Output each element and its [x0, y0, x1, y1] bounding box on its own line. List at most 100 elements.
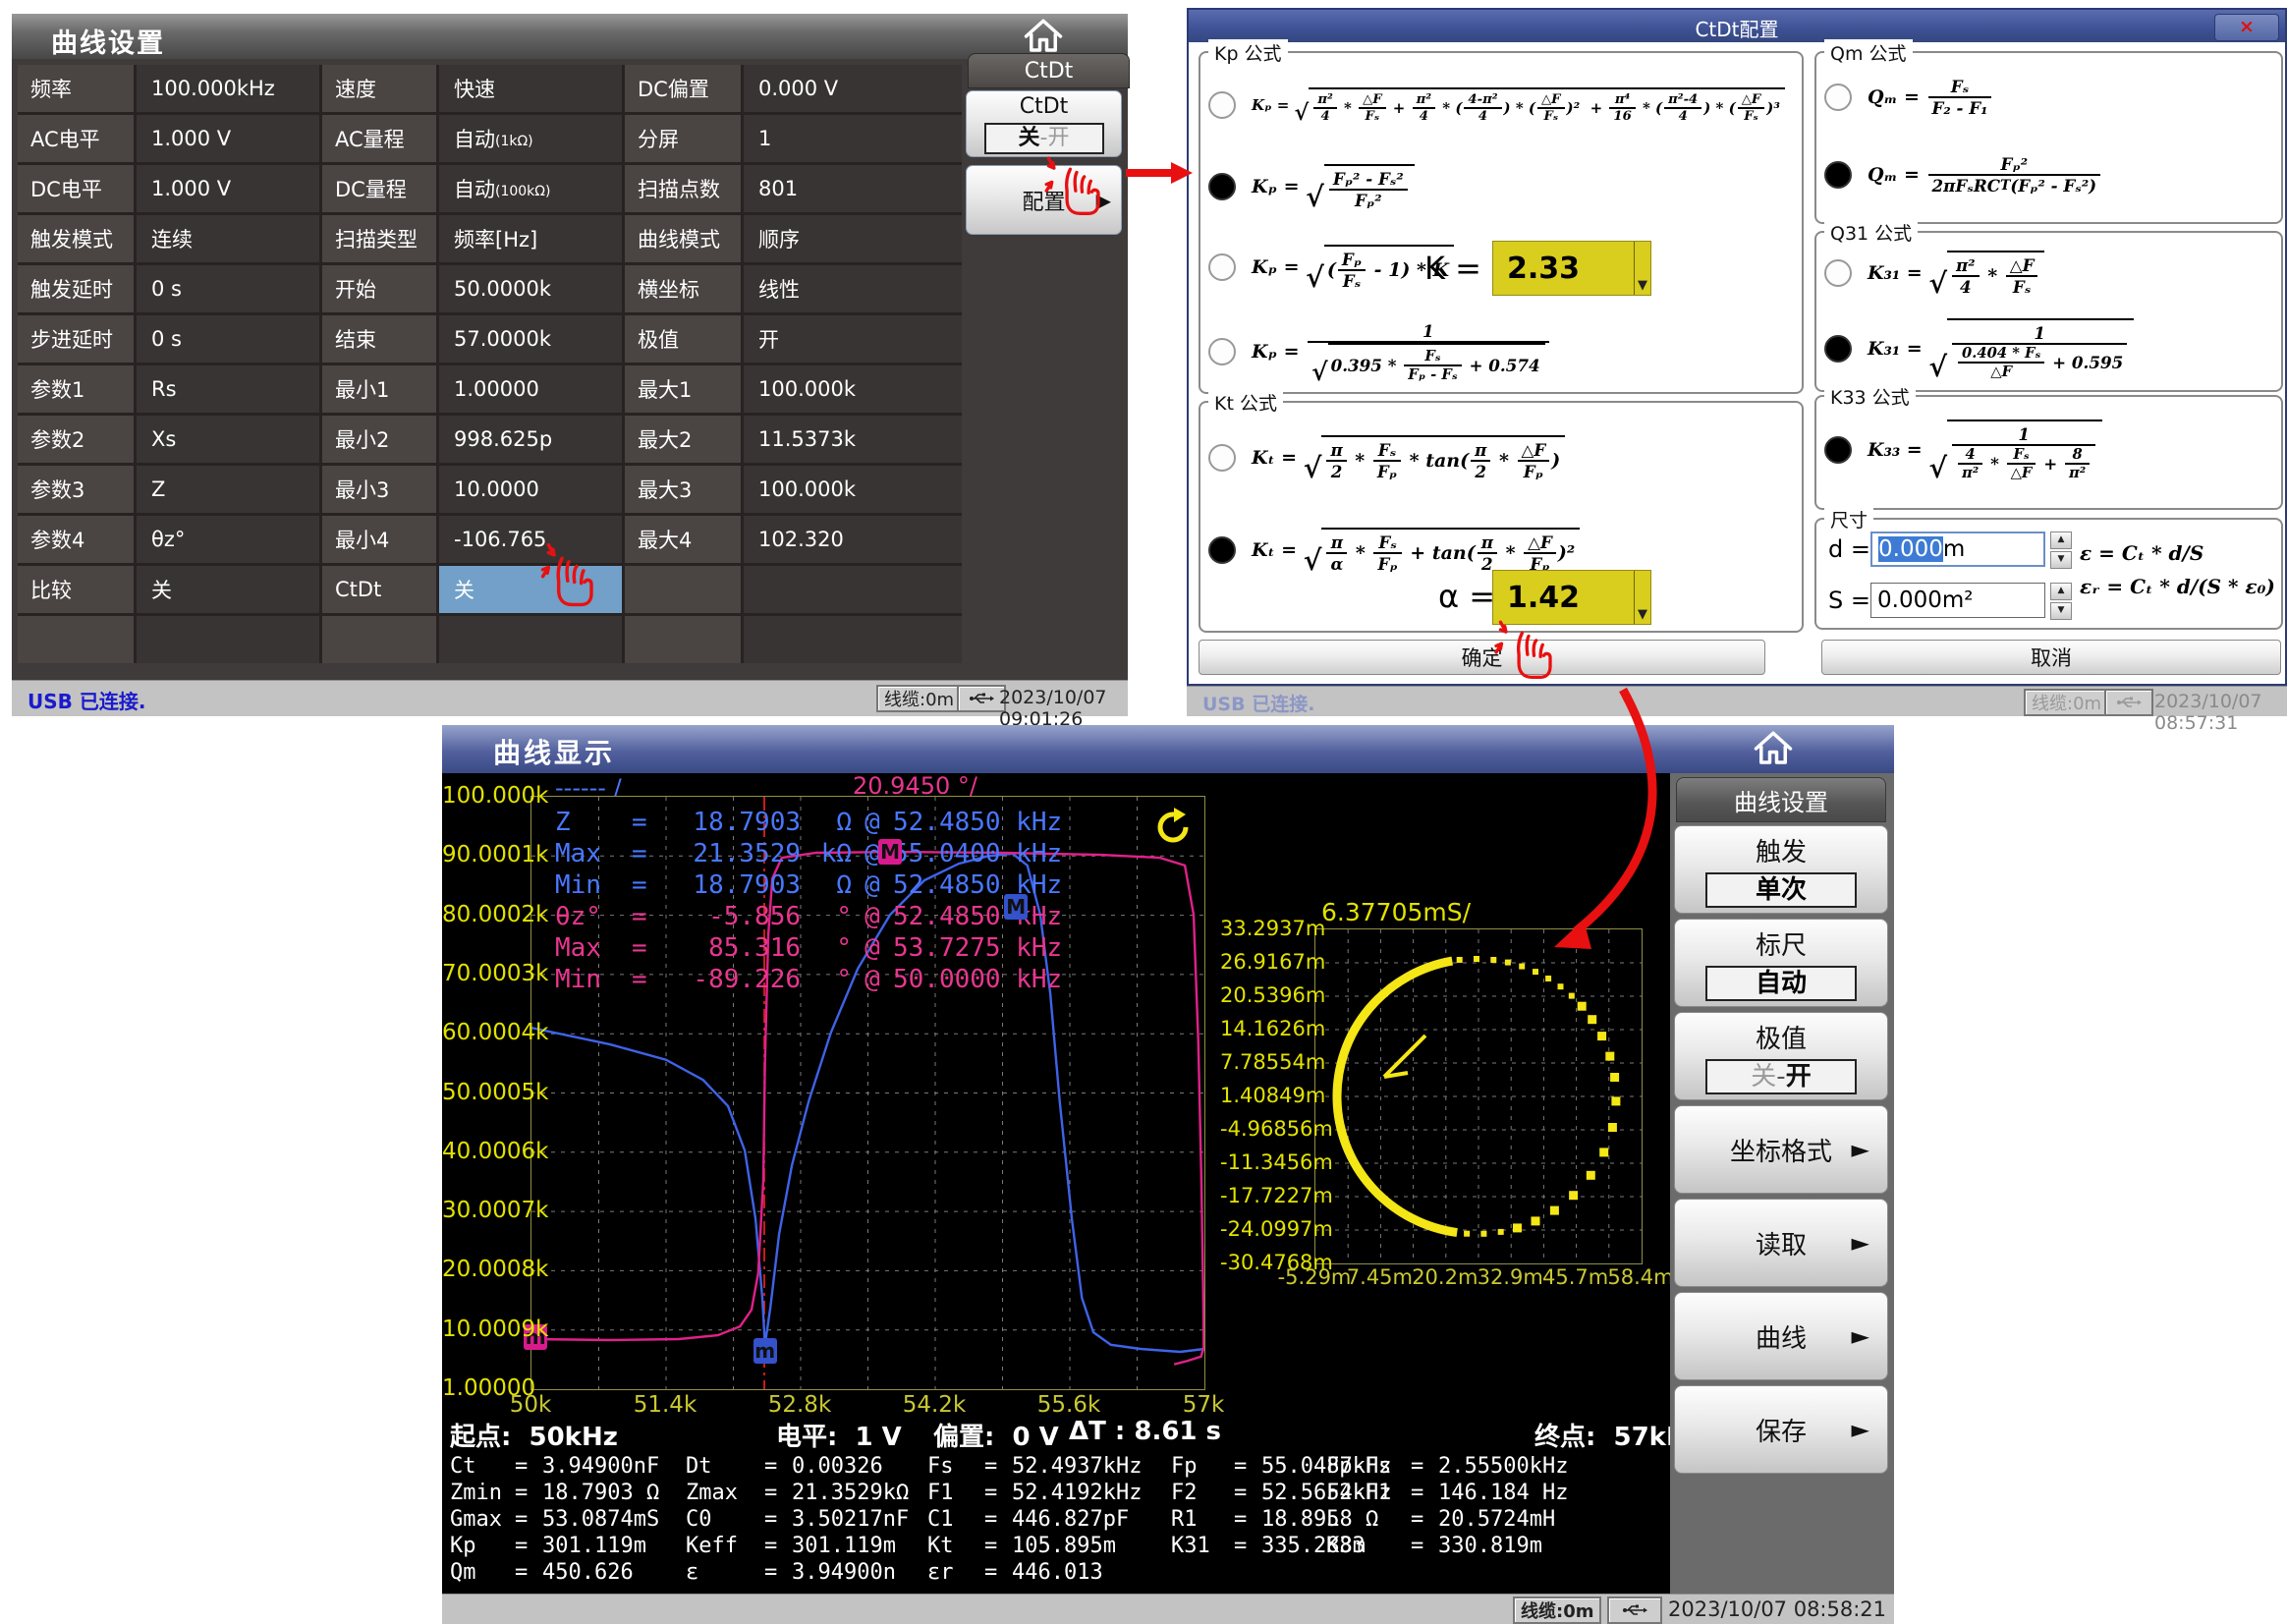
setting-value[interactable]: 频率[Hz]	[439, 215, 622, 262]
k33-radio-selected[interactable]	[1824, 436, 1852, 464]
qm-radio[interactable]	[1824, 84, 1852, 111]
setting-value[interactable]: 0.000 V	[744, 65, 962, 112]
setting-value[interactable]: 自动(100kΩ)	[439, 165, 622, 212]
setting-value[interactable]: 1.00000	[439, 365, 622, 413]
q31-formula-option[interactable]: K₃₁ = √π²4 * △FFₛ	[1816, 239, 2281, 308]
setting-value[interactable]: 102.320	[744, 516, 962, 563]
home-icon[interactable]	[1752, 728, 1795, 769]
setting-value[interactable]: 线性	[744, 265, 962, 312]
softkey-极值[interactable]: 极值关-开	[1674, 1012, 1888, 1100]
setting-value[interactable]: θz°	[137, 516, 319, 563]
kp-radio[interactable]	[1208, 338, 1236, 365]
formula-text: Kₚ =	[1252, 341, 1306, 363]
setting-value[interactable]	[744, 616, 962, 663]
ctdt-toggle-button[interactable]: CtDt 关-开	[966, 90, 1122, 157]
kp-radio[interactable]	[1208, 91, 1236, 119]
circle-y-tick: 14.1626m	[1220, 1017, 1311, 1040]
k-constant-dropdown[interactable]: 2.33 ▼	[1492, 241, 1651, 296]
setting-value[interactable]	[744, 566, 962, 613]
readout-line: Min=18.7903Ω@52.4850 kHz	[555, 869, 1062, 901]
setting-value[interactable]: 11.5373k	[744, 416, 962, 463]
setting-value[interactable]: Z	[137, 466, 319, 513]
result-value: 2.55500kHz	[1438, 1454, 1568, 1479]
cancel-button[interactable]: 取消	[1821, 640, 2281, 675]
setting-value[interactable]: 关	[137, 566, 319, 613]
qm-formula-option[interactable]: Qₘ = Fₚ²2πFₛRCT(Fₚ² - Fₛ²)	[1816, 134, 2281, 216]
setting-value[interactable]: 连续	[137, 215, 319, 262]
softkey-toggle-box[interactable]: 关-开	[1705, 1059, 1857, 1094]
q31-radio[interactable]	[1824, 259, 1852, 287]
k33-formula-option[interactable]: K₃₃ = √14π² * Fₛ△F + 8π²	[1816, 401, 2281, 499]
setting-value[interactable]: 50.0000k	[439, 265, 622, 312]
softkey-保存[interactable]: 保存►	[1674, 1385, 1888, 1474]
setting-value[interactable]: 10.0000	[439, 466, 622, 513]
softkey-曲线[interactable]: 曲线►	[1674, 1292, 1888, 1380]
denominator: π²	[1958, 465, 1982, 481]
setting-value[interactable]: 顺序	[744, 215, 962, 262]
setting-value[interactable]: 57.0000k	[439, 315, 622, 363]
s-input[interactable]: 0.000m²	[1870, 583, 2045, 618]
menu-tab-curve-settings[interactable]: 曲线设置	[1676, 777, 1886, 822]
curve-settings-titlebar: 曲线设置	[12, 14, 1128, 59]
qm-formula-option[interactable]: Qₘ = FₛF₂ - F₁	[1816, 61, 2281, 134]
setting-value[interactable]: 100.000kHz	[137, 65, 319, 112]
softkey-读取[interactable]: 读取►	[1674, 1199, 1888, 1287]
setting-value[interactable]: 快速	[439, 65, 622, 112]
home-icon[interactable]	[1022, 16, 1065, 57]
numerator: △F	[2006, 255, 2038, 277]
q31-formula-option[interactable]: K₃₁ = √10.404 * Fₛ△F + 0.595	[1816, 308, 2281, 390]
softkey-标尺[interactable]: 标尺自动	[1674, 919, 1888, 1007]
kt-radio[interactable]	[1208, 444, 1236, 472]
setting-value[interactable]: 0 s	[137, 265, 319, 312]
spin-down-icon[interactable]: ▼	[2050, 602, 2072, 620]
s-spinner[interactable]: ▲▼	[2050, 583, 2072, 620]
x-axis-tick: 57k	[1183, 1392, 1225, 1418]
setting-value[interactable]: 0 s	[137, 315, 319, 363]
qm-radio-selected[interactable]	[1824, 161, 1852, 189]
setting-value[interactable]: -106.765	[439, 516, 622, 563]
kp-formula-option[interactable]: Kₚ = √Fₚ² - Fₛ²Fₚ²	[1200, 145, 1802, 228]
setting-value[interactable]: 关	[439, 566, 622, 613]
setting-value[interactable]: 801	[744, 165, 962, 212]
admittance-point	[1464, 1231, 1470, 1237]
setting-value[interactable]: 100.000k	[744, 466, 962, 513]
setting-value[interactable]	[439, 616, 622, 663]
fraction: △FFₚ	[1518, 440, 1550, 481]
kt-formula-option[interactable]: Kₜ = √π2 * FₛFₚ * tan(π2 * △FFₚ)	[1200, 413, 1802, 503]
spin-up-icon[interactable]: ▲	[2050, 532, 2072, 549]
radicand: 10.404 * Fₛ△F + 0.595	[1947, 318, 2134, 380]
softkey-坐标格式[interactable]: 坐标格式►	[1674, 1105, 1888, 1194]
admittance-circle-plot[interactable]	[1314, 928, 1643, 1264]
setting-value[interactable]: 1	[744, 115, 962, 162]
setting-value[interactable]: 998.625p	[439, 416, 622, 463]
ok-button[interactable]: 确定	[1199, 640, 1765, 675]
kp-radio-selected[interactable]	[1208, 173, 1236, 200]
setting-value[interactable]	[137, 616, 319, 663]
kp-formula-option[interactable]: Kₚ = 1√0.395 * FₛFₚ - Fₛ + 0.574	[1200, 307, 1802, 397]
setting-value[interactable]: 自动(1kΩ)	[439, 115, 622, 162]
spin-down-icon[interactable]: ▼	[2050, 551, 2072, 569]
setting-value[interactable]: 1.000 V	[137, 115, 319, 162]
alpha-constant-dropdown[interactable]: 1.42 ▼	[1492, 570, 1651, 625]
q31-radio-selected[interactable]	[1824, 335, 1852, 363]
setting-value[interactable]: 100.000k	[744, 365, 962, 413]
refresh-icon[interactable]	[1153, 807, 1195, 848]
denominator: Fₛ	[1537, 109, 1565, 124]
kt-radio-selected[interactable]	[1208, 536, 1236, 564]
close-icon[interactable]: ×	[2214, 14, 2279, 41]
admittance-point	[1611, 1096, 1620, 1105]
setting-value[interactable]: 开	[744, 315, 962, 363]
kp-radio[interactable]	[1208, 253, 1236, 281]
ctdt-on-off-toggle[interactable]: 关-开	[984, 123, 1104, 154]
softkey-触发[interactable]: 触发单次	[1674, 825, 1888, 914]
d-input[interactable]: 0.000m	[1870, 532, 2045, 567]
kp-formula-option[interactable]: Kₚ = √π²4 * △FFₛ + π²4 * (4-π²4) * (△FFₛ…	[1200, 65, 1802, 145]
main-sweep-plot[interactable]: Z=18.7903Ω@52.4850 kHzMax=21.3529kΩ@55.0…	[530, 796, 1205, 1390]
result-equals: =	[515, 1481, 542, 1505]
setting-value[interactable]: 1.000 V	[137, 165, 319, 212]
setting-value[interactable]: Rs	[137, 365, 319, 413]
d-spinner[interactable]: ▲▼	[2050, 532, 2072, 569]
setting-value[interactable]: Xs	[137, 416, 319, 463]
ctdt-config-button[interactable]: 配置 ▶	[966, 165, 1122, 235]
spin-up-icon[interactable]: ▲	[2050, 583, 2072, 600]
